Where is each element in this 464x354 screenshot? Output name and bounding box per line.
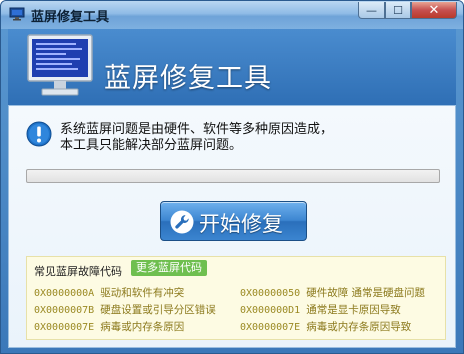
minimize-button[interactable]: — <box>358 2 385 19</box>
close-icon: ✕ <box>428 2 440 18</box>
minimize-icon: — <box>366 3 377 17</box>
code-item: 0X000000D1 通常是显卡原因导致 <box>240 302 401 317</box>
window-title: 蓝屏修复工具 <box>31 10 110 25</box>
header-banner: 蓝屏修复工具 <box>8 29 456 105</box>
error-codes-panel: 常见蓝屏故障代码 更多蓝屏代码 0X0000000A 驱动和软件有冲突 0X000… <box>26 256 446 340</box>
code-desc: 驱动和软件有冲突 <box>100 287 185 299</box>
start-repair-label: 开始修复 <box>199 212 283 236</box>
code-id: 0X00000050 <box>240 288 301 299</box>
app-icon <box>9 7 25 21</box>
app-window: 蓝屏修复工具 — ☐ ✕ 蓝屏修复工具 系统蓝屏问题是由硬件、软件等多种原因造成… <box>0 0 464 354</box>
code-item: 0X0000007E 病毒或内存条原因 <box>34 319 184 334</box>
code-desc: 病毒或内存条原因导致 <box>306 321 412 333</box>
more-codes-button[interactable]: 更多蓝屏代码 <box>131 260 207 276</box>
code-desc: 病毒或内存条原因 <box>100 321 185 333</box>
code-item: 0X0000007B 硬盘设置或引导分区错误 <box>34 302 216 317</box>
code-item: 0X00000050 硬件故障 通常是硬盘问题 <box>240 285 425 300</box>
progress-bar <box>26 169 440 183</box>
description-line-2: 本工具只能解决部分蓝屏问题。 <box>60 138 243 153</box>
close-button[interactable]: ✕ <box>411 2 457 19</box>
main-panel: 系统蓝屏问题是由硬件、软件等多种原因造成， 本工具只能解决部分蓝屏问题。 开始修… <box>8 105 456 348</box>
app-title: 蓝屏修复工具 <box>104 63 272 94</box>
description-line-1: 系统蓝屏问题是由硬件、软件等多种原因造成， <box>60 122 334 137</box>
maximize-button[interactable]: ☐ <box>385 2 411 19</box>
title-bar[interactable]: 蓝屏修复工具 — ☐ ✕ <box>1 1 463 29</box>
code-item: 0X0000000A 驱动和软件有冲突 <box>34 285 184 300</box>
code-desc: 通常是显卡原因导致 <box>306 304 401 316</box>
bsod-monitor-icon <box>27 34 93 96</box>
code-item: 0X0000007E 病毒或内存条原因导致 <box>240 319 411 334</box>
code-id: 0X0000007E <box>34 322 95 333</box>
maximize-icon: ☐ <box>393 3 403 17</box>
codes-title: 常见蓝屏故障代码 <box>34 265 122 278</box>
info-icon <box>26 121 52 147</box>
code-id: 0X000000D1 <box>240 305 301 316</box>
description: 系统蓝屏问题是由硬件、软件等多种原因造成， 本工具只能解决部分蓝屏问题。 <box>60 122 333 154</box>
wrench-icon <box>170 210 194 234</box>
code-desc: 硬盘设置或引导分区错误 <box>100 304 216 316</box>
code-id: 0X0000007B <box>34 305 95 316</box>
start-repair-button[interactable]: 开始修复 <box>160 201 307 241</box>
code-id: 0X0000007E <box>240 322 301 333</box>
code-id: 0X0000000A <box>34 288 95 299</box>
code-desc: 硬件故障 通常是硬盘问题 <box>306 287 426 299</box>
